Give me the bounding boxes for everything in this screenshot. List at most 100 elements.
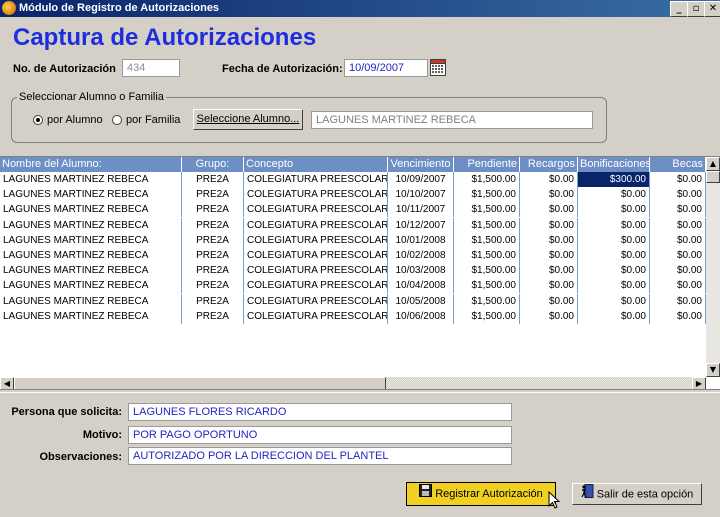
cell-nombre[interactable]: LAGUNES MARTINEZ REBECA [0, 202, 182, 218]
cell-pendiente[interactable]: $1,500.00 [454, 202, 520, 218]
cell-bonificaciones[interactable]: $0.00 [578, 232, 650, 248]
cell-nombre[interactable]: LAGUNES MARTINEZ REBECA [0, 308, 182, 324]
cell-vencimiento[interactable]: 10/03/2008 [388, 263, 454, 279]
cell-recargos[interactable]: $0.00 [520, 263, 578, 279]
scroll-left-arrow-icon[interactable]: ◀ [0, 377, 14, 389]
cell-recargos[interactable]: $0.00 [520, 278, 578, 294]
table-row[interactable]: LAGUNES MARTINEZ REBECA PRE2A COLEGIATURA … [0, 263, 706, 279]
cell-nombre[interactable]: LAGUNES MARTINEZ REBECA [0, 248, 182, 263]
cell-bonificaciones[interactable]: $0.00 [578, 217, 650, 233]
authorization-date-field[interactable]: 10/09/2007 [344, 59, 428, 77]
cell-grupo[interactable]: PRE2A [182, 278, 244, 294]
cell-recargos[interactable]: $0.00 [520, 187, 578, 203]
table-row[interactable]: LAGUNES MARTINEZ REBECA PRE2A COLEGIATURA … [0, 293, 706, 309]
calendar-icon[interactable] [430, 59, 446, 76]
cell-pendiente[interactable]: $1,500.00 [454, 293, 520, 309]
cell-becas[interactable]: $0.00 [650, 293, 706, 309]
cell-bonificaciones[interactable]: $0.00 [578, 278, 650, 294]
cell-becas[interactable]: $0.00 [650, 202, 706, 218]
cell-concepto[interactable]: COLEGIATURA PREESCOLAR... [244, 278, 388, 294]
cell-nombre[interactable]: LAGUNES MARTINEZ REBECA [0, 263, 182, 279]
cell-bonificaciones[interactable]: $0.00 [578, 187, 650, 203]
scroll-down-arrow-icon[interactable]: ▼ [706, 363, 720, 377]
grid-vertical-scrollbar[interactable]: ▲ ▼ [706, 157, 720, 377]
cell-grupo[interactable]: PRE2A [182, 187, 244, 203]
cell-bonificaciones[interactable]: $0.00 [578, 263, 650, 279]
cell-becas[interactable]: $0.00 [650, 308, 706, 324]
authorization-number-field[interactable]: 434 [122, 59, 180, 77]
scroll-right-arrow-icon[interactable]: ▶ [692, 377, 706, 389]
table-row[interactable]: LAGUNES MARTINEZ REBECA PRE2A COLEGIATURA … [0, 187, 706, 203]
cell-concepto[interactable]: COLEGIATURA PREESCOLAR... [244, 172, 388, 187]
cell-recargos[interactable]: $0.00 [520, 248, 578, 263]
cell-grupo[interactable]: PRE2A [182, 232, 244, 248]
radio-por-familia[interactable] [112, 115, 122, 125]
cell-grupo[interactable]: PRE2A [182, 202, 244, 218]
radio-por-alumno-label[interactable]: por Alumno [47, 114, 103, 126]
table-row[interactable]: LAGUNES MARTINEZ REBECA PRE2A COLEGIATURA … [0, 217, 706, 233]
cell-vencimiento[interactable]: 10/12/2007 [388, 217, 454, 233]
cell-bonificaciones[interactable]: $300.00 [578, 172, 650, 187]
cell-bonificaciones[interactable]: $0.00 [578, 293, 650, 309]
cell-pendiente[interactable]: $1,500.00 [454, 278, 520, 294]
cell-becas[interactable]: $0.00 [650, 187, 706, 203]
cell-becas[interactable]: $0.00 [650, 217, 706, 233]
radio-por-familia-label[interactable]: por Familia [126, 114, 180, 126]
col-header-nombre[interactable]: Nombre del Alumno: [0, 157, 182, 172]
cell-recargos[interactable]: $0.00 [520, 172, 578, 187]
maximize-button[interactable]: ▫ [687, 1, 705, 17]
exit-option-button[interactable]: Salir de esta opción [572, 483, 702, 505]
cell-nombre[interactable]: LAGUNES MARTINEZ REBECA [0, 293, 182, 309]
cell-concepto[interactable]: COLEGIATURA PREESCOLAR... [244, 232, 388, 248]
selected-student-field[interactable]: LAGUNES MARTINEZ REBECA [311, 111, 593, 129]
cell-concepto[interactable]: COLEGIATURA PREESCOLAR... [244, 217, 388, 233]
cell-becas[interactable]: $0.00 [650, 232, 706, 248]
cell-nombre[interactable]: LAGUNES MARTINEZ REBECA [0, 187, 182, 203]
cell-becas[interactable]: $0.00 [650, 172, 706, 187]
col-header-pendiente[interactable]: Pendiente [454, 157, 520, 172]
register-authorization-button[interactable]: Registrar Autorización [406, 482, 556, 506]
table-row[interactable]: LAGUNES MARTINEZ REBECA PRE2A COLEGIATURA … [0, 278, 706, 294]
cell-bonificaciones[interactable]: $0.00 [578, 202, 650, 218]
cell-pendiente[interactable]: $1,500.00 [454, 308, 520, 324]
cell-pendiente[interactable]: $1,500.00 [454, 187, 520, 203]
minimize-button[interactable]: _ [670, 1, 688, 17]
cell-grupo[interactable]: PRE2A [182, 248, 244, 263]
cell-becas[interactable]: $0.00 [650, 278, 706, 294]
reason-field[interactable]: POR PAGO OPORTUNO [128, 426, 512, 444]
cell-grupo[interactable]: PRE2A [182, 172, 244, 187]
charges-grid[interactable]: Nombre del Alumno: Grupo: Concepto Venci… [0, 156, 720, 390]
requester-field[interactable]: LAGUNES FLORES RICARDO [128, 403, 512, 421]
table-row[interactable]: LAGUNES MARTINEZ REBECA PRE2A COLEGIATURA … [0, 248, 706, 263]
table-row[interactable]: LAGUNES MARTINEZ REBECA PRE2A COLEGIATURA … [0, 308, 706, 324]
cell-becas[interactable]: $0.00 [650, 263, 706, 279]
cell-vencimiento[interactable]: 10/02/2008 [388, 248, 454, 263]
cell-concepto[interactable]: COLEGIATURA PREESCOLAR... [244, 263, 388, 279]
cell-concepto[interactable]: COLEGIATURA PREESCOLAR... [244, 202, 388, 218]
cell-vencimiento[interactable]: 10/06/2008 [388, 308, 454, 324]
cell-grupo[interactable]: PRE2A [182, 293, 244, 309]
col-header-vencimiento[interactable]: Vencimiento [388, 157, 454, 172]
col-header-becas[interactable]: Becas [650, 157, 706, 172]
cell-nombre[interactable]: LAGUNES MARTINEZ REBECA [0, 278, 182, 294]
cell-nombre[interactable]: LAGUNES MARTINEZ REBECA [0, 217, 182, 233]
cell-vencimiento[interactable]: 10/01/2008 [388, 232, 454, 248]
cell-grupo[interactable]: PRE2A [182, 217, 244, 233]
cell-bonificaciones[interactable]: $0.00 [578, 308, 650, 324]
table-row[interactable]: LAGUNES MARTINEZ REBECA PRE2A COLEGIATURA … [0, 232, 706, 248]
cell-concepto[interactable]: COLEGIATURA PREESCOLAR... [244, 248, 388, 263]
cell-vencimiento[interactable]: 10/09/2007 [388, 172, 454, 187]
scroll-up-arrow-icon[interactable]: ▲ [706, 157, 720, 171]
cell-pendiente[interactable]: $1,500.00 [454, 232, 520, 248]
cell-recargos[interactable]: $0.00 [520, 217, 578, 233]
cell-vencimiento[interactable]: 10/05/2008 [388, 293, 454, 309]
cell-concepto[interactable]: COLEGIATURA PREESCOLAR... [244, 293, 388, 309]
cell-pendiente[interactable]: $1,500.00 [454, 263, 520, 279]
cell-vencimiento[interactable]: 10/10/2007 [388, 187, 454, 203]
col-header-bonificaciones[interactable]: Bonificaciones [578, 157, 650, 172]
cell-recargos[interactable]: $0.00 [520, 232, 578, 248]
horizontal-scroll-thumb[interactable] [14, 377, 386, 389]
cell-grupo[interactable]: PRE2A [182, 263, 244, 279]
cell-grupo[interactable]: PRE2A [182, 308, 244, 324]
cell-becas[interactable]: $0.00 [650, 248, 706, 263]
